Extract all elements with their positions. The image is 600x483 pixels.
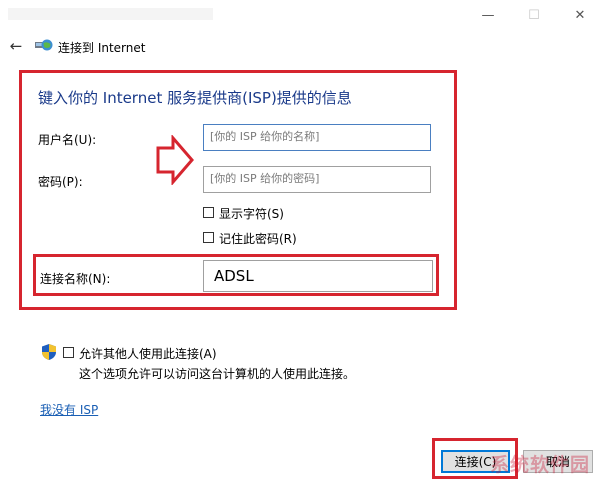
show-chars-checkbox[interactable] bbox=[203, 207, 214, 218]
allow-others-label: 允许其他人使用此连接(A) bbox=[79, 347, 217, 361]
password-input[interactable]: [你的 ISP 给你的密码] bbox=[203, 166, 431, 193]
connection-name-label: 连接名称(N): bbox=[40, 272, 111, 286]
pointer-arrow-icon bbox=[156, 135, 194, 185]
username-placeholder: [你的 ISP 给你的名称] bbox=[210, 130, 320, 143]
wizard-title: 连接到 Internet bbox=[58, 41, 146, 55]
allow-others-checkbox[interactable] bbox=[63, 347, 74, 358]
connection-name-value: ADSL bbox=[214, 267, 254, 285]
uac-shield-icon bbox=[42, 344, 56, 360]
remember-password-label: 记住此密码(R) bbox=[219, 232, 297, 246]
site-watermark: 系统软件园 bbox=[489, 454, 590, 476]
back-arrow-icon[interactable]: ← bbox=[6, 36, 26, 56]
close-button[interactable]: ✕ bbox=[557, 0, 600, 30]
password-placeholder: [你的 ISP 给你的密码] bbox=[210, 172, 320, 185]
remember-password-checkbox[interactable] bbox=[203, 232, 214, 243]
network-globe-icon bbox=[35, 39, 53, 51]
no-isp-link[interactable]: 我没有 ISP bbox=[40, 401, 98, 418]
show-chars-label: 显示字符(S) bbox=[219, 207, 284, 221]
title-bar-blur bbox=[8, 8, 213, 20]
username-label: 用户名(U): bbox=[38, 133, 97, 147]
allow-others-description: 这个选项允许可以访问这台计算机的人使用此连接。 bbox=[79, 367, 356, 381]
password-label: 密码(P): bbox=[38, 175, 83, 189]
username-input[interactable]: [你的 ISP 给你的名称] bbox=[203, 124, 431, 151]
connection-name-input[interactable]: ADSL bbox=[203, 260, 433, 292]
minimize-button[interactable]: — bbox=[465, 0, 511, 30]
title-bar: — ☐ ✕ bbox=[0, 0, 600, 30]
form-heading: 键入你的 Internet 服务提供商(ISP)提供的信息 bbox=[38, 89, 352, 107]
maximize-button[interactable]: ☐ bbox=[511, 0, 557, 30]
